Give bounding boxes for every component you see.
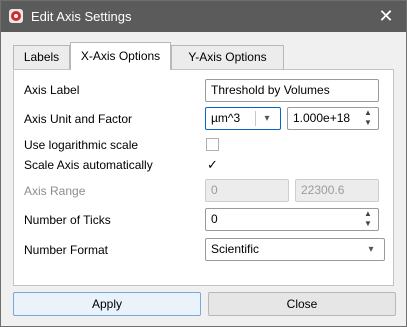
spin-up-icon[interactable]: ▲: [362, 209, 374, 219]
close-icon[interactable]: ✕: [376, 6, 396, 26]
x-axis-options-panel: Axis Label Threshold by Volumes Axis Uni…: [13, 69, 394, 286]
number-format-value: Scientific: [211, 242, 260, 256]
chevron-down-icon[interactable]: ▾: [364, 239, 378, 260]
window-title: Edit Axis Settings: [31, 9, 132, 24]
app-logo-icon: [9, 9, 23, 23]
number-format-label: Number Format: [24, 243, 109, 257]
axis-range-min-input[interactable]: 0: [205, 179, 289, 202]
axis-unit-value: µm^3: [211, 111, 241, 125]
spin-down-icon[interactable]: ▼: [362, 118, 374, 128]
axis-range-label: Axis Range: [24, 184, 86, 198]
tab-labels[interactable]: Labels: [13, 45, 70, 69]
axis-label-label: Axis Label: [24, 83, 80, 97]
scale-auto-label: Scale Axis automatically: [24, 158, 153, 172]
axis-unit-select[interactable]: µm^3 ▾: [205, 107, 281, 130]
axis-unit-label: Axis Unit and Factor: [24, 112, 133, 126]
spin-up-icon[interactable]: ▲: [362, 108, 374, 118]
select-separator: [255, 111, 256, 126]
apply-button[interactable]: Apply: [13, 292, 201, 316]
edit-axis-settings-dialog: Edit Axis Settings ✕ Labels X-Axis Optio…: [0, 0, 407, 327]
num-ticks-value: 0: [211, 212, 218, 226]
axis-label-input[interactable]: Threshold by Volumes: [205, 79, 379, 102]
tab-x-axis-options[interactable]: X-Axis Options: [70, 42, 171, 70]
scale-auto-checkbox[interactable]: ✓: [206, 158, 219, 171]
log-scale-checkbox[interactable]: [206, 138, 219, 151]
axis-factor-spinbox[interactable]: 1.000e+18 ▲ ▼: [287, 107, 379, 130]
number-format-select[interactable]: Scientific ▾: [205, 238, 385, 261]
log-scale-label: Use logarithmic scale: [24, 138, 139, 152]
title-bar: Edit Axis Settings ✕: [1, 1, 406, 32]
close-button[interactable]: Close: [208, 292, 396, 316]
axis-factor-value: 1.000e+18: [293, 111, 351, 125]
spin-down-icon[interactable]: ▼: [362, 219, 374, 229]
tab-y-axis-options[interactable]: Y-Axis Options: [171, 45, 284, 69]
chevron-down-icon[interactable]: ▾: [260, 108, 274, 129]
axis-range-max-input[interactable]: 22300.6: [295, 179, 379, 202]
num-ticks-spinbox[interactable]: 0 ▲ ▼: [205, 208, 379, 231]
num-ticks-label: Number of Ticks: [24, 213, 111, 227]
